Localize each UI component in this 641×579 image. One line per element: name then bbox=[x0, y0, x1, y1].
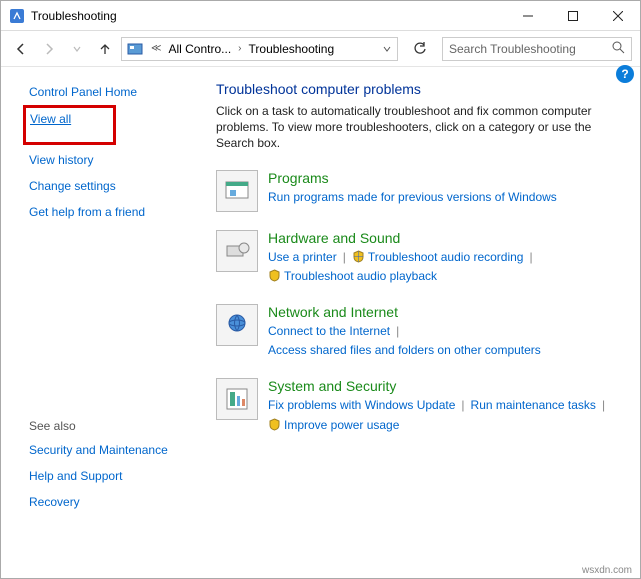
sidebar-view-all[interactable]: View all bbox=[30, 112, 71, 126]
see-also-header: See also bbox=[29, 419, 196, 433]
recent-dropdown[interactable] bbox=[65, 37, 89, 61]
sidebar-change-settings[interactable]: Change settings bbox=[29, 179, 196, 193]
sidebar-get-help[interactable]: Get help from a friend bbox=[29, 205, 196, 219]
system-icon bbox=[216, 378, 258, 420]
link-audio-playback[interactable]: Troubleshoot audio playback bbox=[284, 269, 437, 283]
category-title[interactable]: Hardware and Sound bbox=[268, 230, 620, 246]
breadcrumb-seg-2[interactable]: Troubleshooting bbox=[247, 42, 337, 56]
link-use-printer[interactable]: Use a printer bbox=[268, 250, 337, 264]
watermark: wsxdn.com bbox=[582, 565, 632, 576]
category-title[interactable]: System and Security bbox=[268, 378, 620, 394]
link-shared-files[interactable]: Access shared files and folders on other… bbox=[268, 343, 541, 357]
link-power-usage[interactable]: Improve power usage bbox=[284, 418, 399, 432]
main-content: ? Troubleshoot computer problems Click o… bbox=[206, 67, 640, 560]
sidebar-home[interactable]: Control Panel Home bbox=[29, 85, 196, 99]
shield-icon bbox=[352, 250, 365, 263]
troubleshooting-window: Troubleshooting ≪ All Contro... › Troubl… bbox=[0, 0, 641, 579]
back-button[interactable] bbox=[9, 37, 33, 61]
refresh-button[interactable] bbox=[408, 37, 432, 61]
forward-button[interactable] bbox=[37, 37, 61, 61]
link-maintenance[interactable]: Run maintenance tasks bbox=[471, 398, 596, 412]
chevron-icon[interactable]: › bbox=[235, 43, 244, 54]
chevron-icon[interactable]: ≪ bbox=[148, 43, 164, 54]
network-icon bbox=[216, 304, 258, 346]
help-icon[interactable]: ? bbox=[616, 65, 634, 83]
programs-icon bbox=[216, 170, 258, 212]
link-windows-update[interactable]: Fix problems with Windows Update bbox=[268, 398, 455, 412]
sidebar-help-support[interactable]: Help and Support bbox=[29, 469, 196, 483]
breadcrumb[interactable]: ≪ All Contro... › Troubleshooting bbox=[121, 37, 398, 61]
search-input[interactable]: Search Troubleshooting bbox=[442, 37, 632, 61]
control-panel-icon bbox=[127, 41, 143, 57]
category-programs: Programs Run programs made for previous … bbox=[216, 170, 620, 212]
sidebar-recovery[interactable]: Recovery bbox=[29, 495, 196, 509]
link-audio-recording[interactable]: Troubleshoot audio recording bbox=[368, 250, 524, 264]
sidebar-view-history[interactable]: View history bbox=[29, 153, 196, 167]
link-connect-internet[interactable]: Connect to the Internet bbox=[268, 324, 390, 338]
category-title[interactable]: Network and Internet bbox=[268, 304, 620, 320]
maximize-button[interactable] bbox=[550, 1, 595, 30]
close-button[interactable] bbox=[595, 1, 640, 30]
search-placeholder: Search Troubleshooting bbox=[449, 42, 612, 56]
sidebar: Control Panel Home View all View history… bbox=[1, 67, 206, 560]
shield-icon bbox=[268, 418, 281, 431]
highlight-box: View all bbox=[23, 105, 116, 145]
navbar: ≪ All Contro... › Troubleshooting Search… bbox=[1, 31, 640, 67]
hardware-icon bbox=[216, 230, 258, 272]
window-controls bbox=[505, 1, 640, 30]
page-heading: Troubleshoot computer problems bbox=[216, 81, 620, 97]
category-network: Network and Internet Connect to the Inte… bbox=[216, 304, 620, 360]
titlebar: Troubleshooting bbox=[1, 1, 640, 31]
window-title: Troubleshooting bbox=[31, 9, 505, 23]
link-run-programs[interactable]: Run programs made for previous versions … bbox=[268, 190, 557, 204]
up-button[interactable] bbox=[93, 37, 117, 61]
page-description: Click on a task to automatically trouble… bbox=[216, 103, 620, 152]
sidebar-security[interactable]: Security and Maintenance bbox=[29, 443, 196, 457]
category-hardware: Hardware and Sound Use a printer|Trouble… bbox=[216, 230, 620, 286]
search-icon bbox=[612, 41, 625, 57]
shield-icon bbox=[268, 269, 281, 282]
category-system: System and Security Fix problems with Wi… bbox=[216, 378, 620, 434]
breadcrumb-seg-1[interactable]: All Contro... bbox=[166, 42, 233, 56]
breadcrumb-dropdown[interactable] bbox=[379, 42, 395, 56]
minimize-button[interactable] bbox=[505, 1, 550, 30]
content-body: Control Panel Home View all View history… bbox=[1, 67, 640, 560]
app-icon bbox=[9, 8, 25, 24]
category-title[interactable]: Programs bbox=[268, 170, 620, 186]
